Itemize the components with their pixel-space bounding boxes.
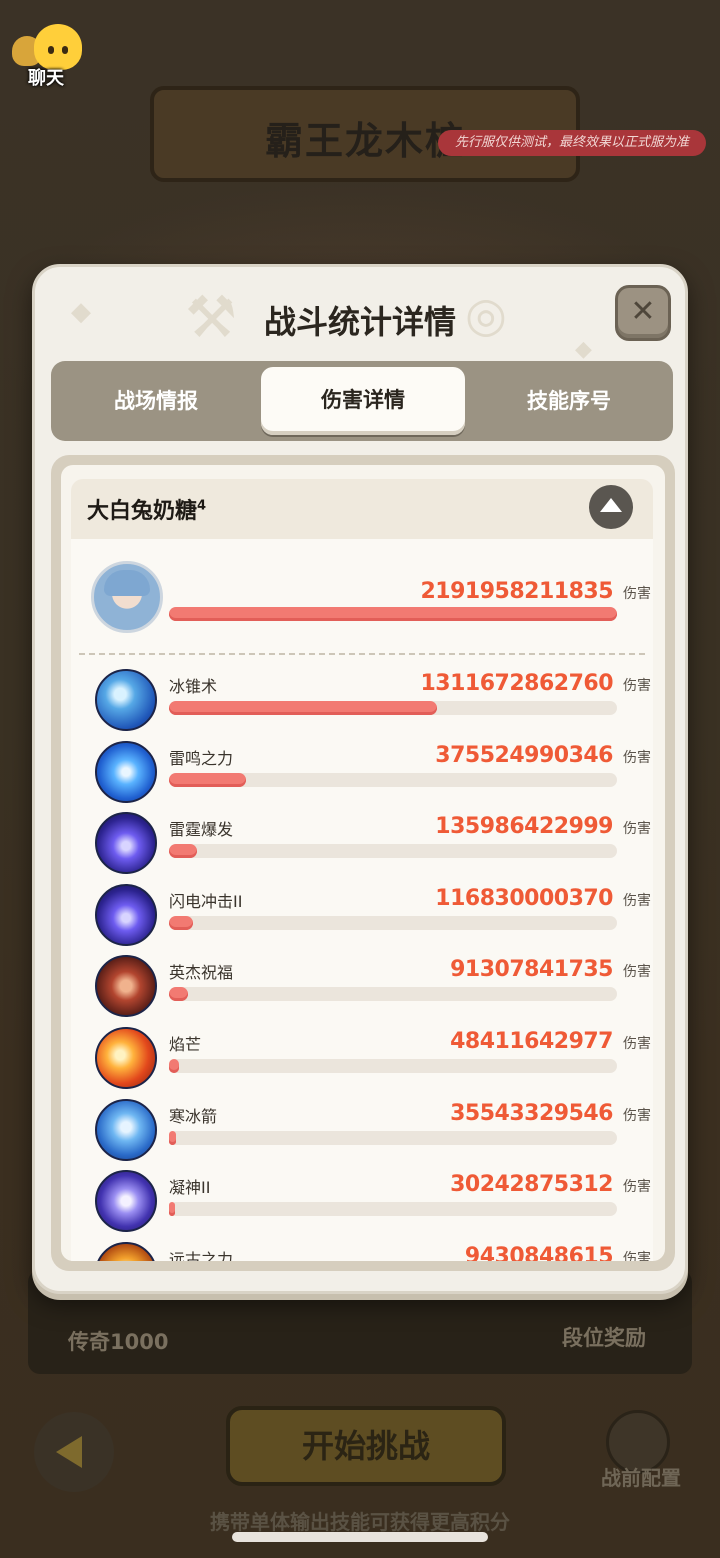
dashed-divider <box>79 653 645 655</box>
skill-damage-value: 135986422999 <box>435 814 613 840</box>
damage-scroll-area[interactable]: 大白兔奶糖4 2191958211835 伤害 冰锥术 131167286276… <box>61 465 665 1261</box>
skill-name: 雷霆爆发 <box>169 820 234 840</box>
total-damage-bar <box>169 607 617 621</box>
battle-stats-modal: ◆ ⚒ ◎ ◆ 战斗统计详情 ✕ 战场情报 伤害详情 技能序号 大白兔奶糖4 2… <box>32 264 688 1294</box>
skill-name: 寒冰箭 <box>169 1106 218 1126</box>
frost-skill-icon <box>95 1098 157 1161</box>
chat-label: 聊天 <box>28 68 64 89</box>
skill-damage-row: 雷鸣之力 375524990346 伤害 <box>71 740 653 813</box>
tab-bar: 战场情报 伤害详情 技能序号 <box>51 361 673 441</box>
total-damage-row: 2191958211835 伤害 <box>71 577 653 649</box>
skill-name: 焰芒 <box>169 1035 202 1054</box>
chat-button[interactable]: 聊天 <box>8 20 84 89</box>
burst-skill-icon <box>95 812 157 875</box>
player-header[interactable]: 大白兔奶糖4 <box>71 479 653 539</box>
hero-skill-icon <box>95 955 157 1018</box>
skill-damage-bar <box>169 987 617 1002</box>
skill-damage-value: 375524990346 <box>435 742 613 768</box>
damage-unit: 伤害 <box>623 1107 651 1124</box>
damage-unit: 伤害 <box>623 821 651 838</box>
total-damage-bar-fill <box>169 607 617 621</box>
player-name: 大白兔奶糖4 <box>87 493 206 525</box>
skill-damage-bar <box>169 844 617 859</box>
skill-name: 远古之力 <box>169 1249 234 1261</box>
skill-damage-bar-fill <box>169 1202 176 1217</box>
skill-name: 雷鸣之力 <box>169 748 234 768</box>
tab-battle-intel[interactable]: 战场情报 <box>51 361 261 441</box>
skill-damage-row: 冰锥术 1311672862760 伤害 <box>71 669 653 741</box>
hint-text: 携带单体输出技能可获得更高积分 <box>210 1510 510 1534</box>
skill-damage-bar-fill <box>169 987 188 1002</box>
skill-name: 英杰祝福 <box>169 963 234 983</box>
player-damage-list: 2191958211835 伤害 冰锥术 1311672862760 伤害 雷鸣之力 3… <box>71 539 653 1261</box>
prebattle-config-label: 战前配置 <box>601 1466 681 1490</box>
damage-unit: 伤害 <box>623 749 651 766</box>
tab-skill-order[interactable]: 技能序号 <box>465 361 673 441</box>
focus-skill-icon <box>95 1170 157 1233</box>
skill-name: 冰锥术 <box>169 677 218 696</box>
skill-damage-row: 凝神II 30242875312 伤害 <box>71 1170 653 1242</box>
modal-title: 战斗统计详情 <box>263 303 456 341</box>
chevron-up-icon <box>600 498 622 512</box>
skill-damage-bar-fill <box>169 915 193 930</box>
skill-damage-value: 1311672862760 <box>420 671 614 696</box>
damage-unit: 伤害 <box>623 678 651 694</box>
ice-skill-icon <box>95 669 157 731</box>
skill-damage-bar <box>169 1059 617 1073</box>
skill-damage-bar-fill <box>169 772 246 787</box>
skill-damage-bar-fill <box>169 1130 177 1145</box>
fire-skill-icon <box>95 1027 157 1089</box>
damage-unit: 伤害 <box>623 1179 651 1196</box>
total-damage-value: 2191958211835 <box>420 579 614 604</box>
damage-unit: 伤害 <box>623 964 651 981</box>
skill-damage-row: 焰芒 48411642977 伤害 <box>71 1027 653 1099</box>
damage-unit: 伤害 <box>623 1036 651 1052</box>
skill-damage-bar-fill <box>169 1059 179 1073</box>
skill-name: 凝神II <box>169 1178 211 1198</box>
skill-damage-bar <box>169 1202 617 1217</box>
close-button[interactable]: ✕ <box>615 285 671 341</box>
skill-damage-value: 30242875312 <box>450 1172 613 1198</box>
rank-reward-button[interactable]: 段位奖励 <box>562 1322 646 1352</box>
skill-damage-bar <box>169 915 617 930</box>
skill-name: 闪电冲击II <box>169 891 243 911</box>
player-level: 4 <box>197 498 207 514</box>
far-skill-icon <box>95 1241 157 1261</box>
skill-damage-value: 35543329546 <box>450 1100 613 1126</box>
close-icon: ✕ <box>630 294 656 329</box>
skill-damage-row: 寒冰箭 35543329546 伤害 <box>71 1098 653 1171</box>
start-challenge-button[interactable]: 开始挑战 <box>226 1406 506 1486</box>
thunder-skill-icon <box>95 740 157 803</box>
burst-skill-icon <box>95 883 157 946</box>
home-indicator <box>232 1532 488 1542</box>
back-arrow-icon <box>56 1436 82 1468</box>
back-button[interactable] <box>34 1412 114 1492</box>
skill-damage-value: 9430848615 <box>464 1243 614 1261</box>
skill-damage-value: 91307841735 <box>450 957 613 983</box>
skill-damage-row: 英杰祝福 91307841735 伤害 <box>71 955 653 1027</box>
damage-unit: 伤害 <box>623 892 651 909</box>
prebattle-config-button[interactable]: 战前配置 <box>596 1410 686 1490</box>
skill-damage-value: 48411642977 <box>450 1029 613 1054</box>
damage-panel: 大白兔奶糖4 2191958211835 伤害 冰锥术 131167286276… <box>51 455 675 1271</box>
collapse-button[interactable] <box>589 485 633 529</box>
legend-rank-label: 传奇1000 <box>68 1330 169 1354</box>
player-name-text: 大白兔奶糖 <box>87 499 198 524</box>
skill-damage-bar <box>169 1130 617 1145</box>
skill-damage-bar-fill <box>169 701 437 715</box>
skill-damage-row: 闪电冲击II 116830000370 伤害 <box>71 883 653 956</box>
skill-damage-bar <box>169 772 617 787</box>
test-server-notice: 先行服仅供测试，最终效果以正式服为准 <box>438 130 706 156</box>
skill-damage-bar <box>169 701 617 715</box>
damage-unit: 伤害 <box>623 1250 651 1261</box>
skill-damage-row: 远古之力 9430848615 伤害 <box>71 1241 653 1261</box>
skill-damage-row: 雷霆爆发 135986422999 伤害 <box>71 812 653 884</box>
damage-unit: 伤害 <box>623 586 651 602</box>
skill-damage-bar-fill <box>169 844 197 859</box>
skill-damage-value: 116830000370 <box>435 885 613 911</box>
tab-damage-details[interactable]: 伤害详情 <box>261 367 465 435</box>
